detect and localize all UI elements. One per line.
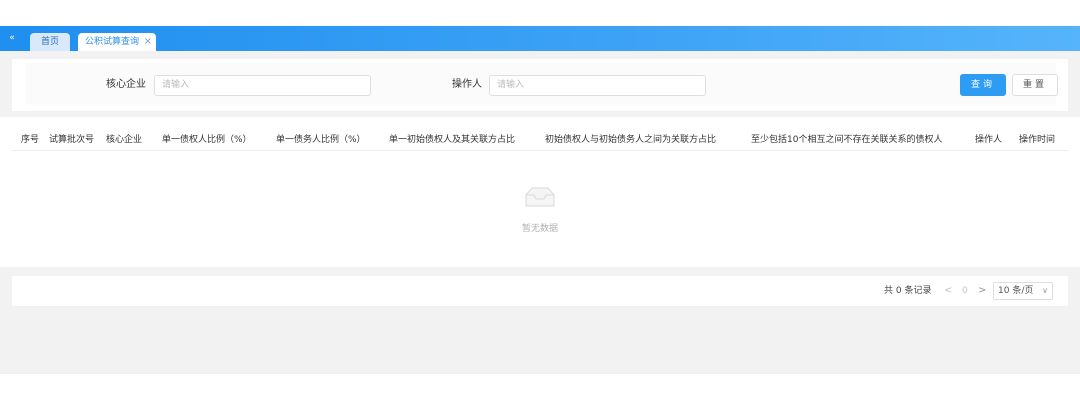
column-header[interactable]: 至少包括10个相互之间不存在关联关系的债权人 [751,129,942,151]
enterprise-input[interactable]: 请输入 [154,75,371,96]
column-header[interactable]: 序号 [21,129,39,151]
page-size-value: 10 条/页 [998,286,1034,296]
enterprise-label: 核心企业 [106,79,146,90]
total-records: 共 0 条记录 [884,286,932,296]
tab-trial-query-label: 公积试算查询 [84,37,139,47]
column-header[interactable]: 初始债权人与初始债务人之间为关联方占比 [545,129,716,151]
table-panel: 序号 试算批次号 核心企业 单一债权人比例（%） 单一债务人比例（%） 单一初始… [0,117,1080,267]
reset-button[interactable]: 重置 [1012,74,1058,96]
operator-label: 操作人 [452,79,482,90]
close-icon[interactable]: × [144,33,152,51]
column-header[interactable]: 操作时间 [1019,129,1055,151]
empty-inbox-icon [525,187,555,207]
page-size-select[interactable]: 10 条/页 ∨ [993,282,1053,300]
column-header[interactable]: 操作人 [975,129,1002,151]
operator-input[interactable]: 请输入 [489,75,706,96]
page: « 首页 公积试算查询 × 核心企业 请输入 操作人 请输入 查询 重置 序号 … [0,0,1080,400]
column-header[interactable]: 核心企业 [106,129,142,151]
empty-text: 暂无数据 [521,224,558,234]
column-header[interactable]: 试算批次号 [49,129,94,151]
tab-home[interactable]: 首页 [30,33,70,51]
column-header[interactable]: 单一初始债权人及其关联方占比 [389,129,515,151]
search-panel: 核心企业 请输入 操作人 请输入 查询 重置 [12,59,1068,111]
pagination: 共 0 条记录 < 0 > 10 条/页 ∨ [12,276,1068,306]
collapse-icon[interactable]: « [2,26,22,51]
column-header[interactable]: 单一债权人比例（%） [162,129,252,151]
next-page-button[interactable]: > [978,276,986,306]
table-header: 序号 试算批次号 核心企业 单一债权人比例（%） 单一债务人比例（%） 单一初始… [12,129,1068,151]
chevron-down-icon: ∨ [1042,286,1048,295]
current-page[interactable]: 0 [962,276,968,306]
prev-page-button[interactable]: < [944,276,952,306]
tab-trial-query[interactable]: 公积试算查询 × [78,33,156,51]
search-form: 核心企业 请输入 操作人 请输入 查询 重置 [26,63,1058,105]
query-button[interactable]: 查询 [960,74,1006,96]
content-area: 核心企业 请输入 操作人 请输入 查询 重置 序号 试算批次号 核心企业 单一债… [0,51,1080,374]
column-header[interactable]: 单一债务人比例（%） [276,129,366,151]
empty-state: 暂无数据 [500,185,580,234]
top-tab-bar: « 首页 公积试算查询 × [0,26,1080,51]
